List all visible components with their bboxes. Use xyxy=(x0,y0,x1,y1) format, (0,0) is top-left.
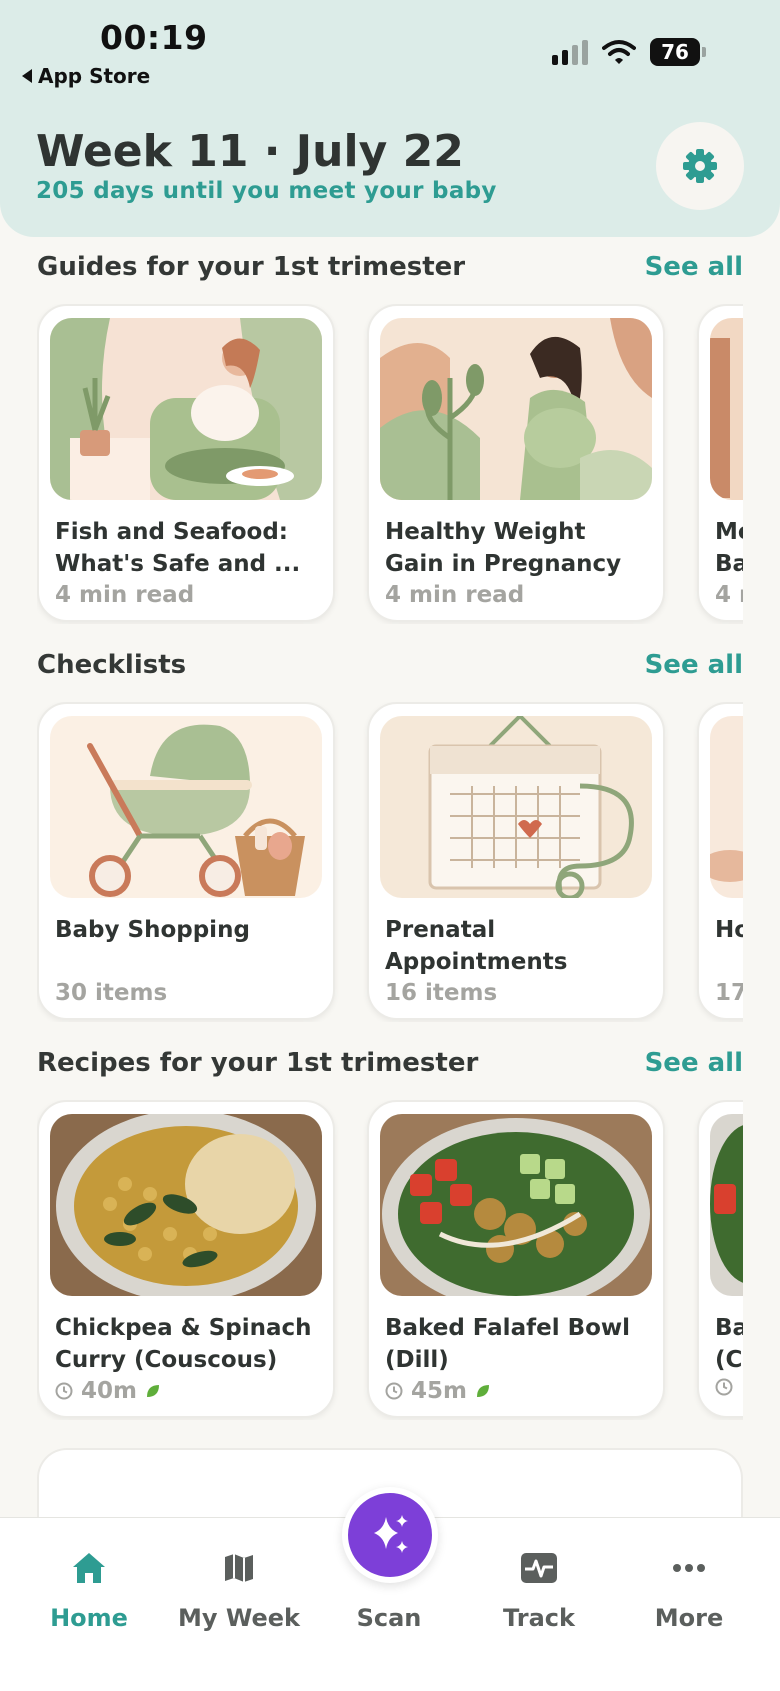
recipe-card[interactable]: Ba (C xyxy=(697,1100,743,1418)
checklist-card-count: 30 items xyxy=(55,980,168,1006)
section-title: Recipes for your 1st trimester xyxy=(37,1048,479,1078)
guide-card-title: Fish and Seafood: What's Safe and ... xyxy=(55,519,301,577)
checklist-card-count: 16 items xyxy=(385,980,498,1006)
section-title: Guides for your 1st trimester xyxy=(37,252,466,282)
tab-label: Scan xyxy=(356,1604,422,1632)
guide-card-image xyxy=(380,318,652,500)
recipe-card[interactable]: Baked Falafel Bowl (Dill) 45m xyxy=(367,1100,665,1418)
due-countdown: 205 days until you meet your baby xyxy=(36,178,497,204)
checklist-card-count: 17 xyxy=(715,980,743,1006)
back-arrow-icon xyxy=(22,69,32,83)
guide-card-image xyxy=(50,318,322,500)
guide-card-image xyxy=(710,318,743,500)
recipe-card-title: Ba (C xyxy=(715,1315,743,1373)
tab-more[interactable]: More xyxy=(614,1548,764,1632)
battery-icon: 76 xyxy=(650,38,706,66)
checklist-card-image xyxy=(710,716,743,898)
recipes-carousel[interactable]: Chickpea & Spinach Curry (Couscous) 40m … xyxy=(37,1100,743,1420)
section-title: Checklists xyxy=(37,650,187,680)
map-icon xyxy=(225,1554,253,1582)
recipe-card-title: Chickpea & Spinach Curry (Couscous) xyxy=(55,1315,312,1373)
guides-section-header: Guides for your 1st trimester See all xyxy=(37,252,743,282)
status-time: 00:19 xyxy=(100,18,208,57)
tab-label: My Week xyxy=(177,1604,300,1632)
recipes-section-header: Recipes for your 1st trimester See all xyxy=(37,1048,743,1078)
status-icons: 76 xyxy=(552,38,706,66)
scan-button[interactable] xyxy=(342,1487,438,1583)
header: 00:19 App Store 76 Week 11 · July 22 205… xyxy=(0,0,780,237)
page-title: Week 11 · July 22 xyxy=(36,126,464,177)
clock-icon xyxy=(55,1382,73,1400)
checklists-carousel[interactable]: Baby Shopping 30 items Prenatal Appointm… xyxy=(37,702,743,1022)
sparkles-icon xyxy=(374,1515,408,1553)
recipe-card-meta: 45m xyxy=(385,1378,491,1404)
tab-home[interactable]: Home xyxy=(14,1548,164,1632)
guide-card-read-time: 4 min read xyxy=(385,582,525,608)
recipe-time: 45m xyxy=(411,1378,467,1404)
recipe-time: 40m xyxy=(81,1378,137,1404)
guide-card-title: Healthy Weight Gain in Pregnancy xyxy=(385,519,622,577)
settings-button[interactable] xyxy=(656,122,744,210)
guide-card[interactable]: Fish and Seafood: What's Safe and ... 4 … xyxy=(37,304,335,622)
tab-label: Track xyxy=(503,1604,575,1632)
recipe-card[interactable]: Chickpea & Spinach Curry (Couscous) 40m xyxy=(37,1100,335,1418)
checklist-card-image xyxy=(380,716,652,898)
back-to-app-store[interactable]: App Store xyxy=(22,64,150,88)
back-label: App Store xyxy=(38,64,151,88)
checklist-card-image xyxy=(50,716,322,898)
leaf-icon xyxy=(146,1385,159,1397)
wifi-icon xyxy=(602,40,636,64)
recipe-card-meta xyxy=(715,1378,733,1396)
checklist-card-title: Ho xyxy=(715,917,743,943)
checklists-section-header: Checklists See all xyxy=(37,650,743,680)
see-all-checklists-link[interactable]: See all xyxy=(645,650,743,680)
guides-carousel[interactable]: Fish and Seafood: What's Safe and ... 4 … xyxy=(37,304,743,624)
guide-card[interactable]: Healthy Weight Gain in Pregnancy 4 min r… xyxy=(367,304,665,622)
gear-icon xyxy=(683,149,717,183)
leaf-icon xyxy=(476,1385,489,1397)
more-dots-icon xyxy=(673,1564,705,1572)
guide-card-read-time: 4 min read xyxy=(55,582,195,608)
clock-icon xyxy=(385,1382,403,1400)
home-icon xyxy=(73,1553,105,1583)
tab-label: Home xyxy=(50,1604,128,1632)
recipe-card-title: Baked Falafel Bowl (Dill) xyxy=(385,1315,631,1373)
checklist-card-title: Prenatal Appointments xyxy=(385,917,568,975)
tab-label: More xyxy=(654,1604,724,1632)
checklist-card[interactable]: Baby Shopping 30 items xyxy=(37,702,335,1020)
guide-card-read-time: 4 r xyxy=(715,582,743,608)
checklist-card[interactable]: Ho 17 xyxy=(697,702,743,1020)
checklist-card-title: Baby Shopping xyxy=(55,917,250,943)
recipe-card-image xyxy=(710,1114,743,1296)
tab-track[interactable]: Track xyxy=(464,1548,614,1632)
recipe-card-image xyxy=(380,1114,652,1296)
guide-card[interactable]: Me Ba 4 r xyxy=(697,304,743,622)
activity-chart-icon xyxy=(521,1553,557,1583)
recipe-card-image xyxy=(50,1114,322,1296)
battery-level: 76 xyxy=(650,38,700,66)
clock-icon xyxy=(715,1378,733,1396)
guide-card-title: Me Ba xyxy=(715,519,743,577)
tab-my-week[interactable]: My Week xyxy=(164,1548,314,1632)
recipe-card-meta: 40m xyxy=(55,1378,161,1404)
cellular-signal-icon xyxy=(552,39,588,65)
checklist-card[interactable]: Prenatal Appointments 16 items xyxy=(367,702,665,1020)
see-all-guides-link[interactable]: See all xyxy=(645,252,743,282)
see-all-recipes-link[interactable]: See all xyxy=(645,1048,743,1078)
